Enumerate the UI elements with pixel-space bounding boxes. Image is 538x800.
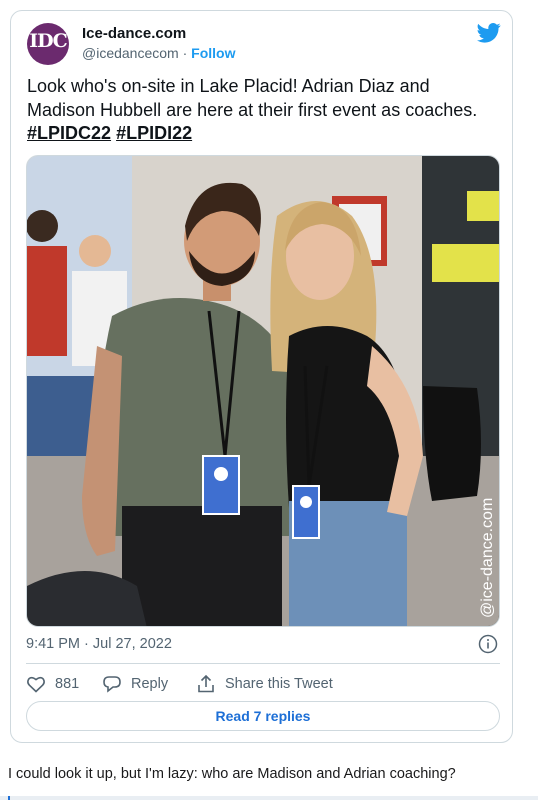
read-replies-button[interactable]: Read 7 replies bbox=[26, 701, 500, 731]
share-upload-icon bbox=[198, 674, 214, 693]
display-name[interactable]: Ice-dance.com bbox=[82, 25, 186, 42]
handle-row: @icedancecom · Follow bbox=[82, 45, 235, 61]
comment-text: I could look it up, but I'm lazy: who ar… bbox=[8, 766, 456, 782]
photo-watermark: @ice-dance.com bbox=[479, 498, 496, 618]
tweet-timestamp[interactable]: 9:41 PM · Jul 27, 2022 bbox=[26, 636, 172, 652]
tweet-photo[interactable]: @ice-dance.com bbox=[26, 155, 500, 627]
share-label: Share this Tweet bbox=[225, 676, 333, 692]
avatar-logo-text: IDC bbox=[29, 30, 68, 52]
photo-illustration: @ice-dance.com bbox=[27, 156, 499, 626]
hashtag-link[interactable]: #LPIDI22 bbox=[116, 123, 192, 143]
info-icon[interactable] bbox=[478, 634, 498, 654]
avatar[interactable]: IDC bbox=[27, 23, 69, 65]
like-button[interactable]: 881 bbox=[26, 674, 79, 694]
reply-label: Reply bbox=[131, 676, 169, 692]
reply-bubble-icon bbox=[103, 676, 121, 693]
follow-link[interactable]: Follow bbox=[191, 45, 235, 61]
divider bbox=[26, 663, 500, 664]
tweet-text: Look who's on-site in Lake Placid! Adria… bbox=[27, 75, 502, 146]
handle[interactable]: @icedancecom bbox=[82, 45, 179, 61]
heart-icon bbox=[27, 676, 45, 693]
hashtag-link[interactable]: #LPIDC22 bbox=[27, 123, 111, 143]
twitter-bird-icon[interactable] bbox=[477, 23, 501, 43]
tweet-embed-card: IDC Ice-dance.com @icedancecom · Follow … bbox=[10, 10, 513, 743]
separator-dot: · bbox=[182, 45, 188, 61]
share-button[interactable]: Share this Tweet bbox=[196, 674, 333, 694]
cursor-tick bbox=[8, 796, 10, 800]
bottom-divider bbox=[0, 796, 538, 800]
reply-button[interactable]: Reply bbox=[102, 674, 168, 694]
tweet-body: Look who's on-site in Lake Placid! Adria… bbox=[27, 76, 478, 120]
like-count: 881 bbox=[55, 676, 80, 692]
